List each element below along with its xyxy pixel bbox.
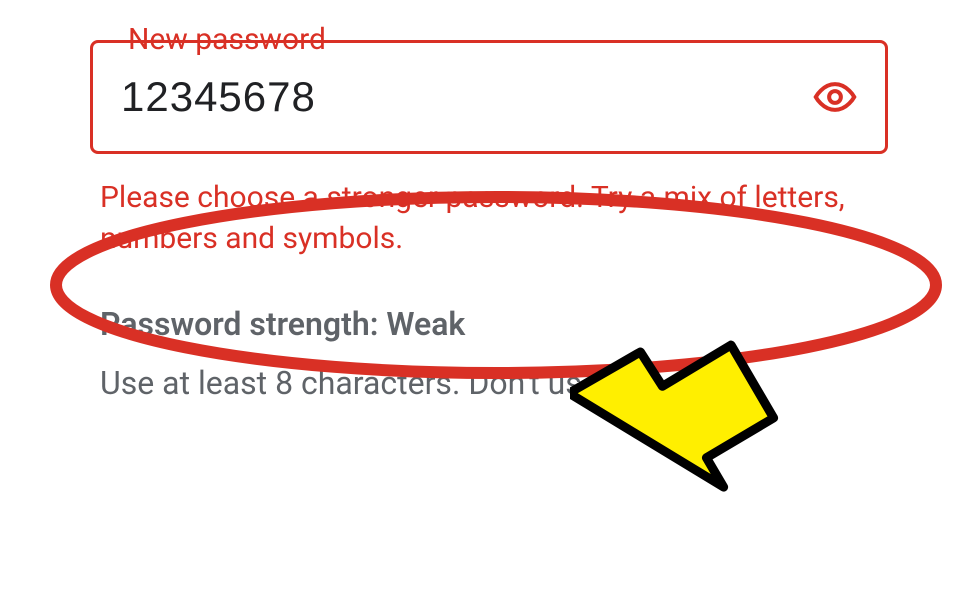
password-error-message: Please choose a stronger password. Try a… xyxy=(100,178,888,259)
password-hint: Use at least 8 characters. Don't use a xyxy=(100,361,888,406)
password-field-wrapper: New password xyxy=(90,40,888,154)
eye-icon[interactable] xyxy=(809,71,861,123)
password-strength: Password strength: Weak xyxy=(100,305,888,343)
password-field xyxy=(90,40,888,154)
password-input[interactable] xyxy=(121,73,809,121)
password-strength-value: Weak xyxy=(386,305,465,343)
password-strength-label: Password strength: xyxy=(100,305,378,343)
